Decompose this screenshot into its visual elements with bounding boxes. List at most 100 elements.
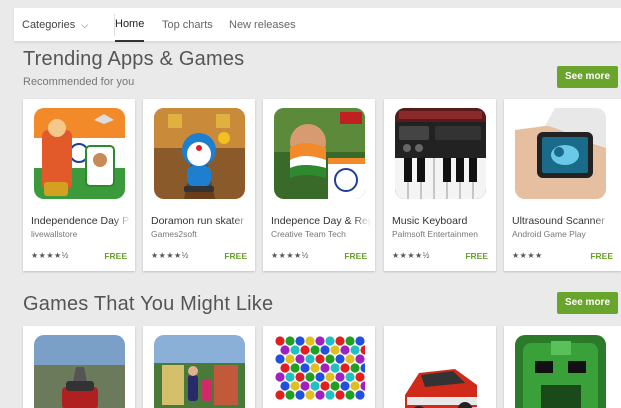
bubble bbox=[345, 390, 355, 400]
section-title: Games That You Might Like bbox=[23, 293, 274, 315]
bubble bbox=[320, 363, 330, 373]
bubble bbox=[345, 372, 355, 382]
tab-new-releases[interactable]: New releases bbox=[229, 8, 296, 42]
racing-car-icon bbox=[34, 335, 125, 408]
bubble bbox=[325, 372, 335, 382]
subway-runner-icon bbox=[154, 335, 245, 408]
bubble bbox=[280, 345, 290, 355]
bubble bbox=[315, 336, 325, 346]
temple-run-icon bbox=[515, 335, 606, 408]
bubble bbox=[305, 336, 315, 346]
see-more-button[interactable]: See more bbox=[557, 292, 618, 314]
bubble bbox=[335, 390, 345, 400]
bubble bbox=[275, 390, 285, 400]
bubble bbox=[305, 354, 315, 364]
rating-stars: ★★★★½ bbox=[392, 251, 430, 260]
bubble bbox=[300, 381, 310, 391]
bubble bbox=[275, 354, 285, 364]
app-developer[interactable]: Games2soft bbox=[151, 229, 251, 239]
app-card[interactable] bbox=[23, 326, 135, 408]
see-more-button[interactable]: See more bbox=[557, 66, 618, 88]
app-card[interactable]: Independence Day Ph livewallstore ★★★★½ … bbox=[23, 99, 135, 271]
top-nav-bar: Categories ⌵ Home Top charts New releases bbox=[14, 8, 621, 42]
doraemon-icon bbox=[154, 108, 245, 199]
bubble bbox=[355, 336, 365, 346]
app-card[interactable] bbox=[384, 326, 496, 408]
bubble-shooter-icon bbox=[274, 335, 365, 408]
app-name: Ultrasound Scanner bbox=[512, 215, 612, 227]
piano-keyboard-icon bbox=[395, 108, 486, 199]
bubble bbox=[280, 363, 290, 373]
bubble bbox=[290, 345, 300, 355]
bubble bbox=[310, 345, 320, 355]
india-flag-icon bbox=[274, 108, 365, 199]
bubble bbox=[335, 336, 345, 346]
bubble bbox=[330, 345, 340, 355]
bubble bbox=[310, 381, 320, 391]
app-card[interactable]: Doramon run skater Games2soft ★★★★½ FREE bbox=[143, 99, 255, 271]
rating-stars: ★★★★½ bbox=[31, 251, 69, 260]
tab-home[interactable]: Home bbox=[115, 8, 145, 42]
bubble bbox=[350, 363, 360, 373]
ultrasound-phone-icon bbox=[515, 108, 606, 199]
app-developer[interactable]: Palmsoft Entertainmen bbox=[392, 229, 492, 239]
categories-label: Categories bbox=[22, 19, 76, 31]
bubble bbox=[330, 381, 340, 391]
bubble bbox=[295, 354, 305, 364]
bubble bbox=[295, 336, 305, 346]
app-card[interactable] bbox=[263, 326, 375, 408]
bubble bbox=[350, 381, 360, 391]
price-label: FREE bbox=[465, 251, 488, 261]
section-subtitle: Recommended for you bbox=[23, 76, 135, 88]
bubble bbox=[315, 372, 325, 382]
bubble bbox=[300, 345, 310, 355]
app-card[interactable] bbox=[504, 326, 621, 408]
bubble bbox=[355, 372, 365, 382]
independence-day-icon bbox=[34, 108, 125, 199]
bubble bbox=[285, 336, 295, 346]
bubble bbox=[315, 390, 325, 400]
price-label: FREE bbox=[104, 251, 127, 261]
chevron-down-icon: ⌵ bbox=[81, 20, 89, 30]
bubble bbox=[330, 363, 340, 373]
categories-dropdown[interactable]: Categories ⌵ bbox=[22, 8, 88, 42]
bubble bbox=[345, 354, 355, 364]
price-label: FREE bbox=[224, 251, 247, 261]
bubble bbox=[335, 354, 345, 364]
bubble bbox=[295, 372, 305, 382]
rating-stars: ★★★★½ bbox=[271, 251, 309, 260]
bubble bbox=[285, 372, 295, 382]
bubble bbox=[340, 363, 350, 373]
app-developer[interactable]: Android Game Play bbox=[512, 229, 612, 239]
app-developer[interactable]: Creative Team Tech bbox=[271, 229, 371, 239]
app-card[interactable] bbox=[143, 326, 255, 408]
app-developer[interactable]: livewallstore bbox=[31, 229, 131, 239]
bubble bbox=[285, 354, 295, 364]
tab-top-charts[interactable]: Top charts bbox=[162, 8, 213, 42]
bubble bbox=[325, 336, 335, 346]
bubble bbox=[355, 390, 365, 400]
bubble bbox=[300, 363, 310, 373]
app-card[interactable]: Ultrasound Scanner Android Game Play ★★★… bbox=[504, 99, 621, 271]
bubble bbox=[340, 345, 350, 355]
bubble bbox=[325, 390, 335, 400]
bubble bbox=[310, 363, 320, 373]
price-label: FREE bbox=[344, 251, 367, 261]
bubble bbox=[280, 381, 290, 391]
bubble bbox=[295, 390, 305, 400]
bubble bbox=[325, 354, 335, 364]
bubble bbox=[320, 345, 330, 355]
app-card[interactable]: Indepence Day & Rep Creative Team Tech ★… bbox=[263, 99, 375, 271]
app-name: Independence Day Ph bbox=[31, 215, 131, 227]
bubble bbox=[285, 390, 295, 400]
app-name: Doramon run skater bbox=[151, 215, 251, 227]
app-name: Music Keyboard bbox=[392, 215, 492, 227]
rating-stars: ★★★★½ bbox=[151, 251, 189, 260]
bubble bbox=[350, 345, 360, 355]
bubble bbox=[305, 372, 315, 382]
bubble bbox=[355, 354, 365, 364]
bubble bbox=[320, 381, 330, 391]
app-name: Indepence Day & Rep bbox=[271, 215, 371, 227]
price-label: FREE bbox=[590, 251, 613, 261]
app-card[interactable]: Music Keyboard Palmsoft Entertainmen ★★★… bbox=[384, 99, 496, 271]
